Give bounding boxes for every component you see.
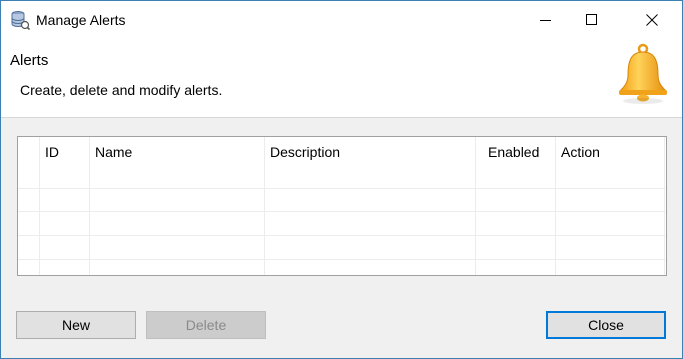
maximize-button[interactable] bbox=[569, 1, 615, 39]
row-divider bbox=[18, 259, 666, 260]
column-header-select[interactable] bbox=[18, 137, 40, 167]
column-header-id[interactable]: ID bbox=[40, 137, 90, 167]
bell-icon bbox=[618, 43, 668, 104]
close-window-button[interactable] bbox=[629, 1, 675, 39]
minimize-icon bbox=[540, 20, 551, 21]
header-banner: Alerts Create, delete and modify alerts. bbox=[1, 39, 682, 118]
column-divider bbox=[555, 137, 556, 275]
page-description: Create, delete and modify alerts. bbox=[20, 82, 223, 98]
column-divider bbox=[89, 137, 90, 275]
column-header-enabled[interactable]: Enabled bbox=[483, 137, 563, 167]
column-header-description[interactable]: Description bbox=[265, 137, 476, 167]
alerts-table[interactable]: ID Name Description Enabled Action bbox=[17, 136, 667, 276]
title-bar[interactable]: Manage Alerts bbox=[1, 1, 682, 39]
maximize-icon bbox=[586, 14, 597, 25]
close-button[interactable]: Close bbox=[546, 311, 666, 339]
delete-button[interactable]: Delete bbox=[146, 311, 266, 339]
column-divider bbox=[39, 137, 40, 275]
manage-alerts-dialog: Manage Alerts Alerts Create, delete and … bbox=[0, 0, 683, 359]
row-divider bbox=[18, 235, 666, 236]
column-divider bbox=[475, 137, 476, 275]
minimize-button[interactable] bbox=[523, 1, 569, 39]
close-icon bbox=[646, 14, 658, 26]
window-title: Manage Alerts bbox=[36, 12, 126, 28]
column-divider bbox=[664, 137, 665, 275]
table-header: ID Name Description Enabled Action bbox=[18, 137, 666, 167]
new-button[interactable]: New bbox=[16, 311, 136, 339]
database-alert-icon bbox=[11, 11, 30, 30]
column-divider bbox=[264, 137, 265, 275]
column-header-name[interactable]: Name bbox=[90, 137, 265, 167]
column-header-action[interactable]: Action bbox=[556, 137, 666, 167]
page-title: Alerts bbox=[10, 52, 49, 69]
row-divider bbox=[18, 188, 666, 189]
row-divider bbox=[18, 211, 666, 212]
